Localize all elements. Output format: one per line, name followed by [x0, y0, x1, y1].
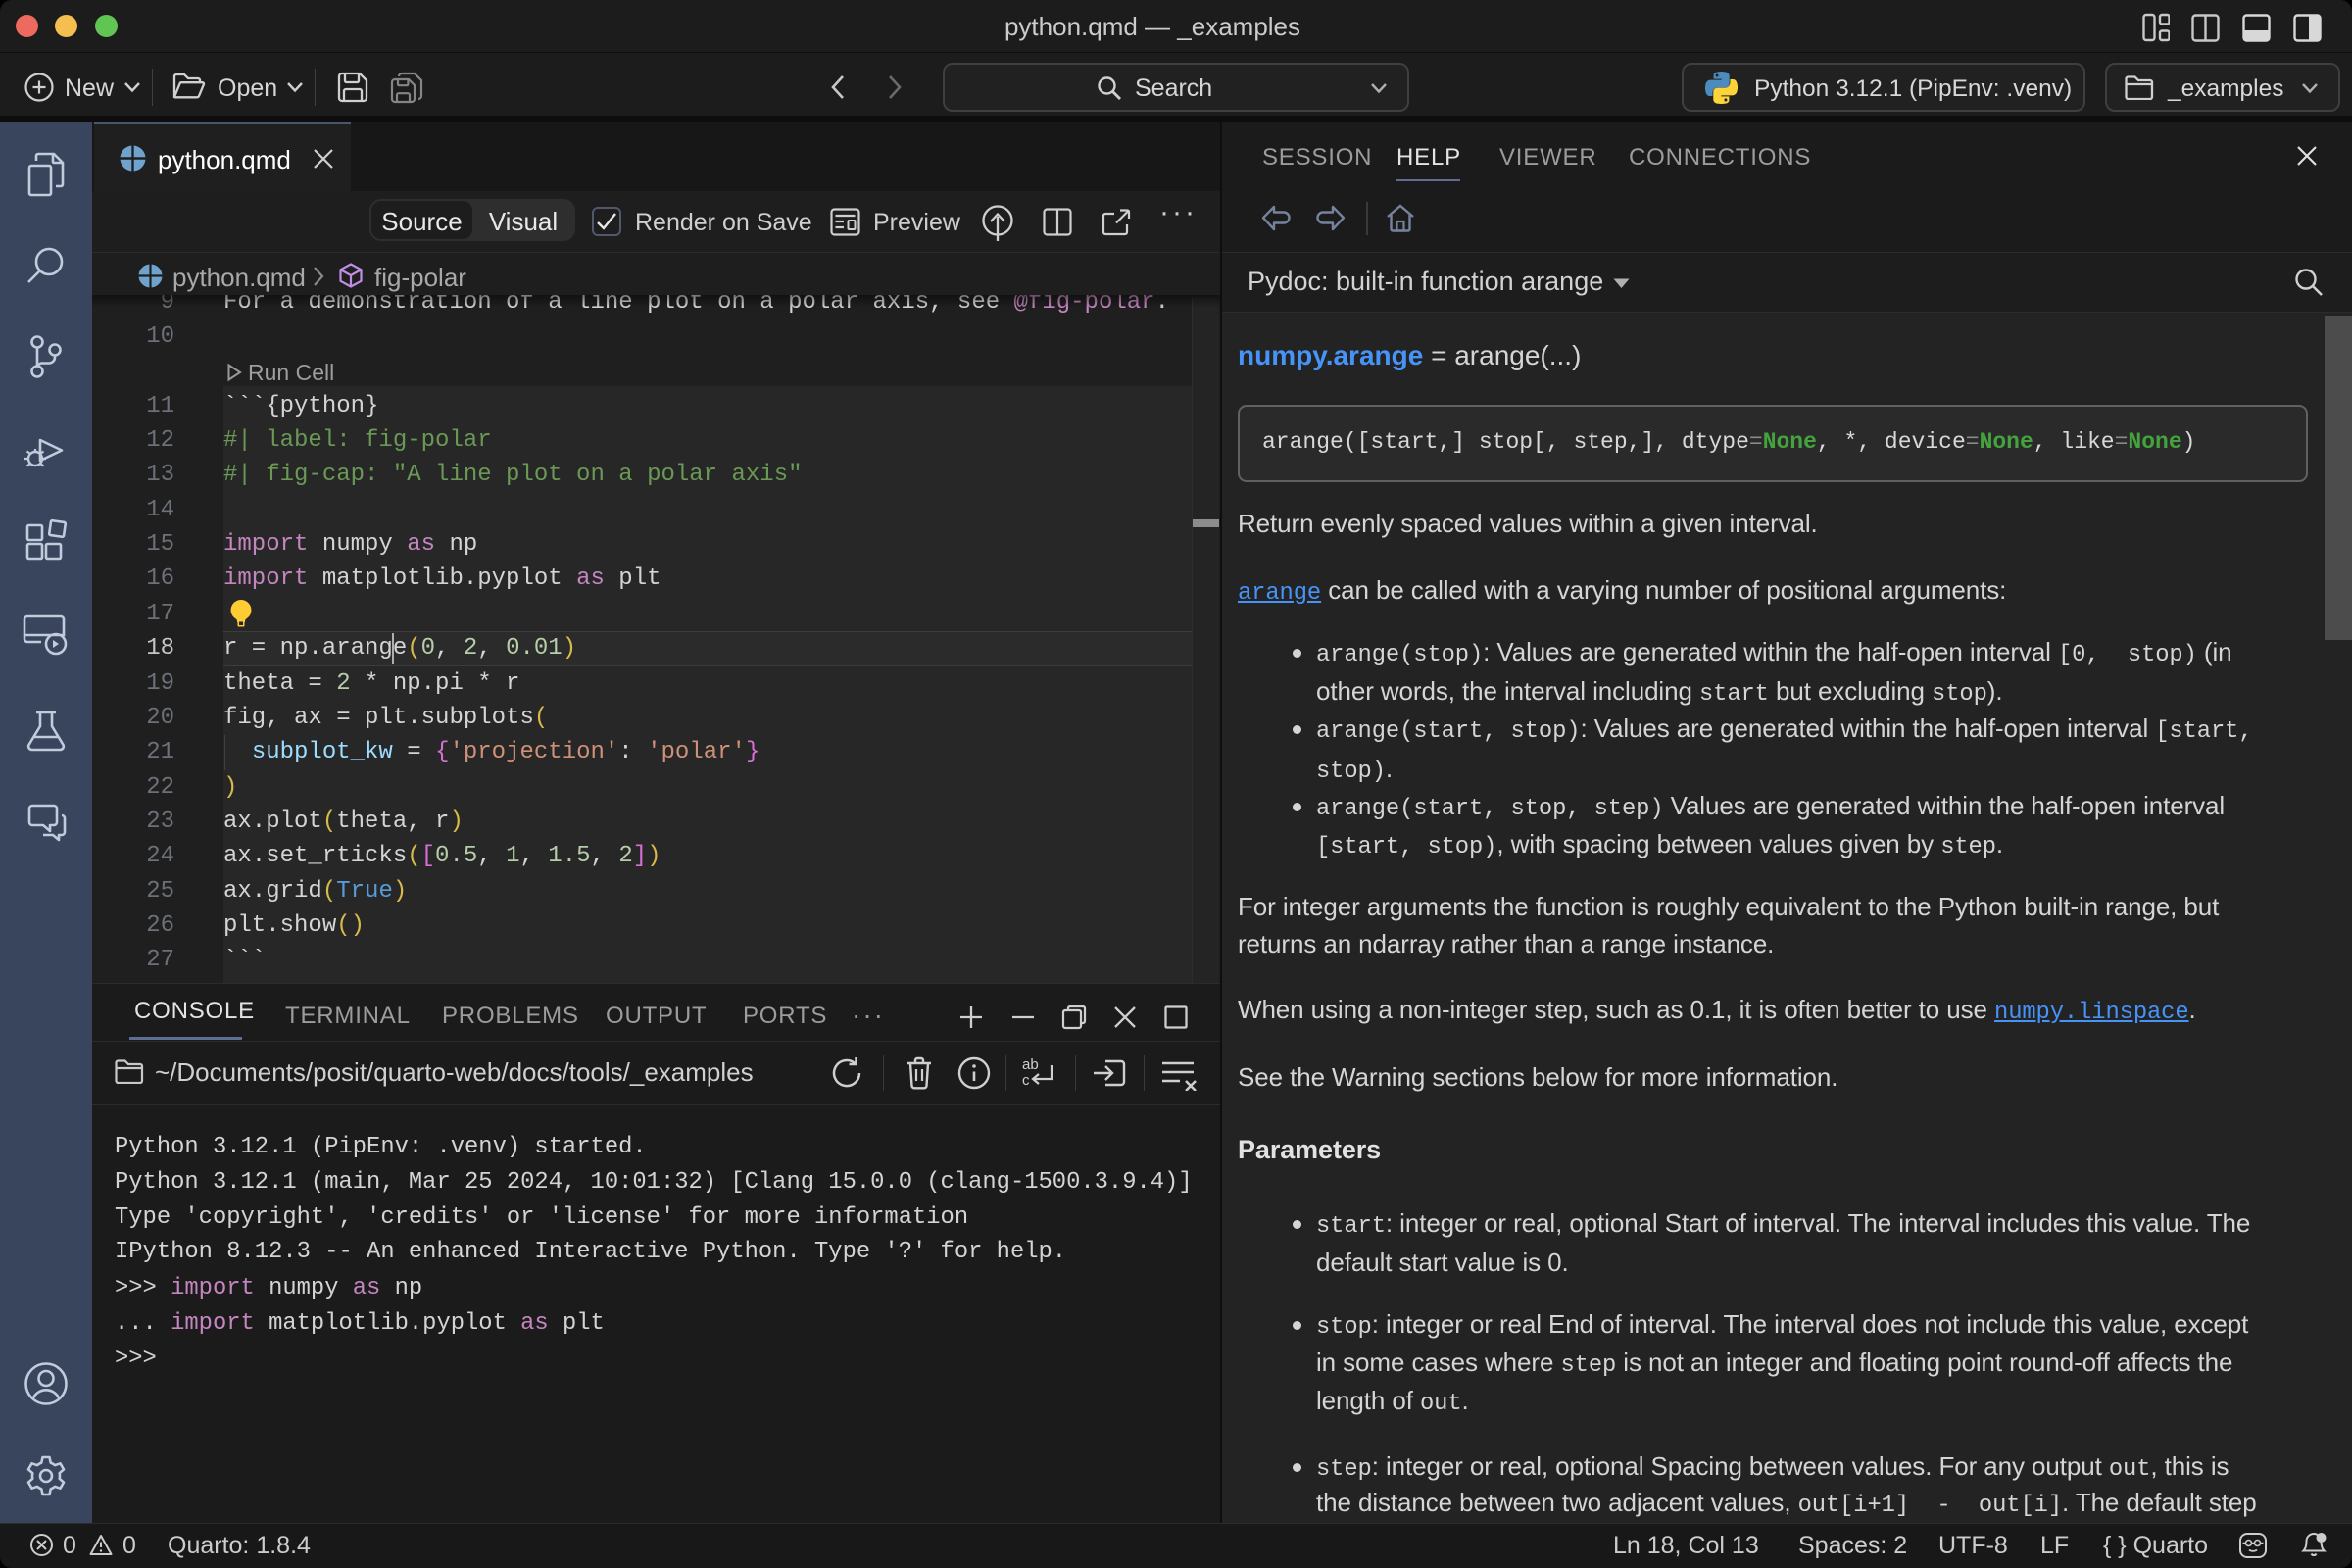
svg-text:c: c — [1022, 1072, 1030, 1089]
svg-text:ab: ab — [1022, 1056, 1039, 1073]
